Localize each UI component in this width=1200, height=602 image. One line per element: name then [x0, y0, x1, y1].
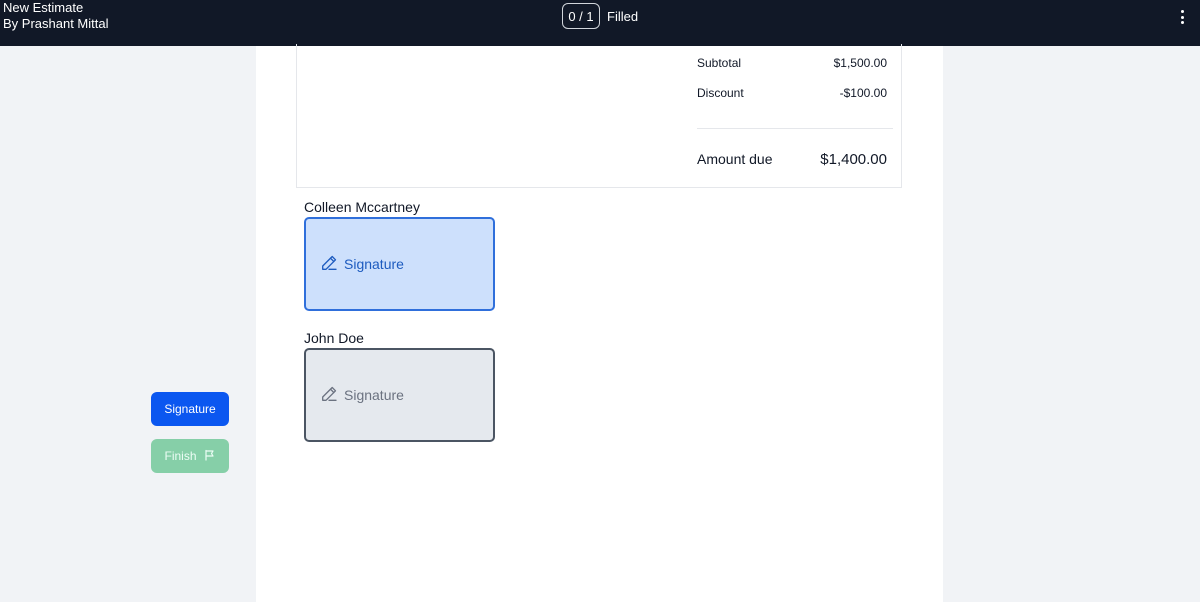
amount-due-label: Amount due: [697, 151, 773, 167]
signature-field-label: Signature: [344, 256, 404, 272]
finish-button-label: Finish: [164, 449, 197, 463]
add-signature-button[interactable]: Signature: [151, 392, 229, 426]
discount-value: -$100.00: [839, 86, 887, 100]
document-title: New Estimate: [3, 0, 84, 15]
subtotal-value: $1,500.00: [833, 56, 887, 70]
subtotal-row: Subtotal $1,500.00: [697, 56, 887, 70]
flag-icon: [204, 449, 216, 464]
finish-button[interactable]: Finish: [151, 439, 229, 473]
pen-icon: [320, 254, 338, 275]
subtotal-label: Subtotal: [697, 56, 742, 70]
progress-label: Filled: [607, 8, 639, 24]
pen-icon: [320, 385, 338, 406]
fill-progress: 0 / 1 Filled: [562, 3, 638, 29]
document-page: Subtotal $1,500.00 Discount -$100.00 Amo…: [256, 44, 943, 602]
document-author: By Prashant Mittal: [3, 16, 109, 31]
top-bar: New Estimate By Prashant Mittal 0 / 1 Fi…: [0, 0, 1200, 46]
more-vertical-icon[interactable]: [1174, 8, 1190, 26]
totals-section: Subtotal $1,500.00 Discount -$100.00 Amo…: [296, 44, 902, 188]
discount-row: Discount -$100.00: [697, 86, 887, 100]
signature-field-inactive[interactable]: Signature: [304, 348, 495, 442]
signer-name: John Doe: [304, 330, 364, 346]
totals-divider: [697, 128, 893, 129]
signature-field-active[interactable]: Signature: [304, 217, 495, 311]
amount-due-row: Amount due $1,400.00: [697, 151, 887, 168]
signature-field-label: Signature: [344, 387, 404, 403]
signature-button-label: Signature: [164, 402, 216, 416]
discount-label: Discount: [697, 86, 744, 100]
progress-count: 0 / 1: [562, 3, 600, 29]
amount-due-value: $1,400.00: [820, 151, 887, 168]
signer-name: Colleen Mccartney: [304, 199, 420, 215]
